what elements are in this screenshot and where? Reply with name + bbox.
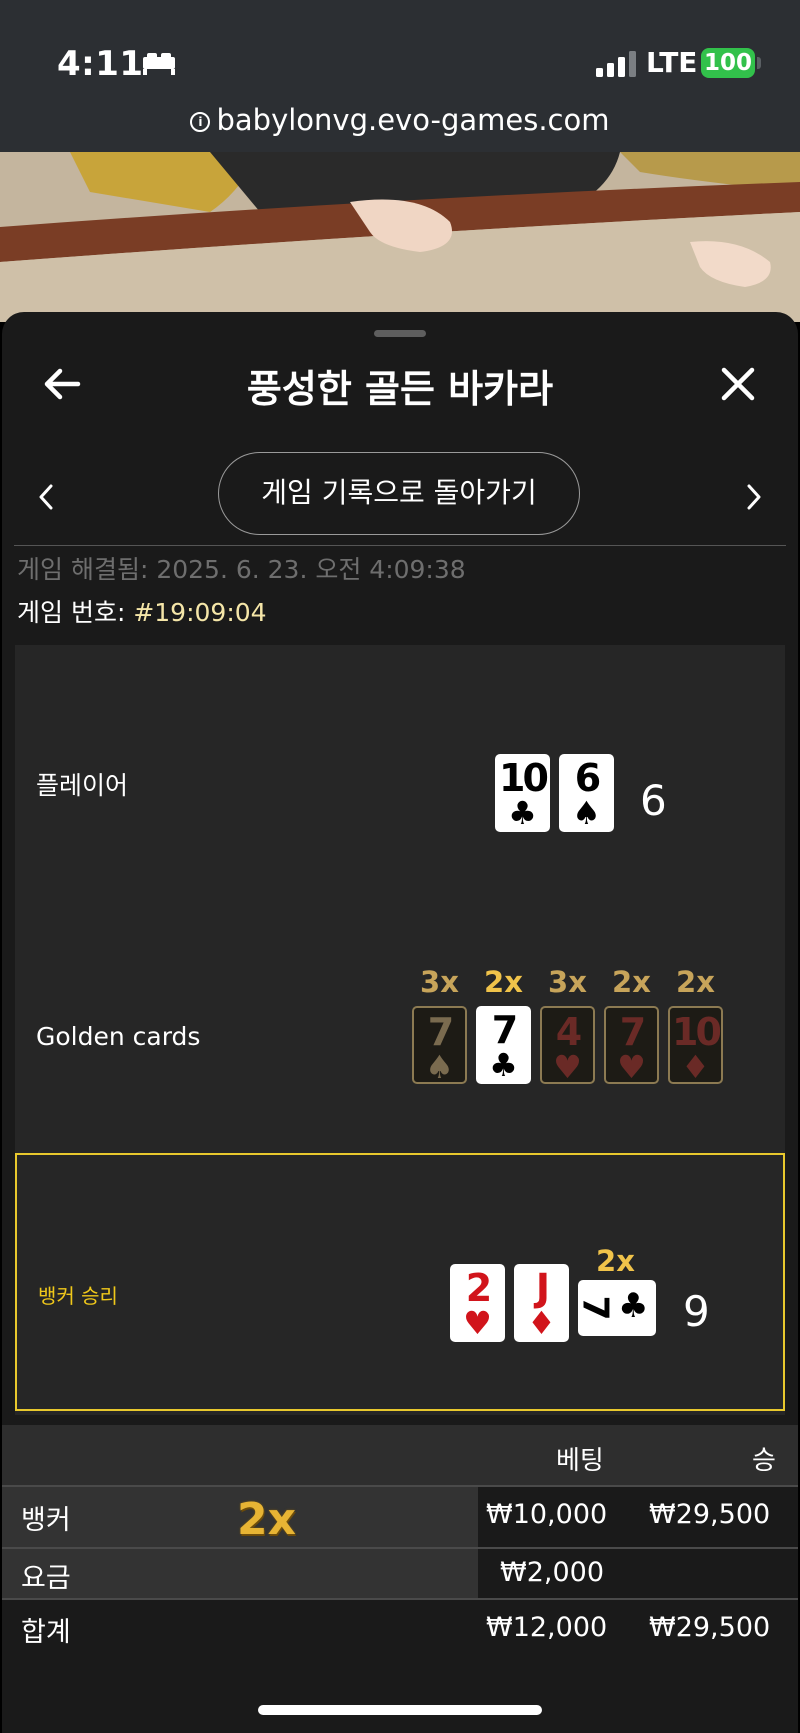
heart-icon: ♥ [463, 1304, 492, 1342]
total-label: 합계 [21, 1617, 71, 1648]
player-card: 6 ♠ [559, 754, 614, 832]
golden-card-active: 7 ♣ [476, 1006, 531, 1084]
signal-icon [596, 51, 636, 77]
card-rank: J [535, 1266, 550, 1310]
total-bet: ₩12,000 [486, 1612, 608, 1643]
total-win: ₩29,500 [649, 1612, 771, 1643]
bet-type-label: 요금 [21, 1563, 71, 1594]
card-rank: 2 [465, 1266, 492, 1310]
info-icon: i [190, 112, 211, 132]
status-time: 4:11 [57, 44, 144, 84]
win-amount: ₩29,500 [649, 1499, 771, 1530]
status-bar: 4:11 LTE 100 i babylonvg.evo-games.com [0, 0, 800, 152]
game-number-value: #19:09:04 [133, 598, 267, 627]
player-score: 6 [640, 776, 667, 825]
row-label-cell [2, 1549, 478, 1600]
card-rank: 7 [491, 1008, 518, 1052]
game-number: 게임 번호: #19:09:04 [17, 593, 267, 629]
bet-column-header: 베팅 [556, 1446, 604, 1476]
heart-icon: ♥ [553, 1048, 582, 1086]
bet-amount: ₩2,000 [500, 1557, 604, 1588]
bed-icon [143, 53, 175, 75]
network-label: LTE [646, 46, 698, 79]
banker-win-label: 뱅커 승리 [38, 1284, 118, 1308]
banker-score: 9 [683, 1287, 710, 1336]
back-to-history-button[interactable]: 게임 기록으로 돌아가기 [218, 452, 580, 535]
banker-side-card: 7 ♣ [574, 1280, 656, 1336]
banker-card: 2 ♥ [450, 1264, 505, 1342]
card-rank: 10 [499, 756, 549, 800]
golden-card: 4 ♥ [540, 1006, 595, 1084]
club-icon: ♣ [508, 794, 537, 832]
multiplier-label: 3x [548, 965, 587, 999]
diamond-icon: ♦ [681, 1048, 710, 1086]
multiplier-label: 2x [484, 965, 523, 999]
multiplier-badge: 2x [237, 1494, 296, 1545]
diamond-icon: ♦ [527, 1304, 556, 1342]
banker-win-highlight [15, 1153, 785, 1411]
multiplier-label: 2x [612, 965, 651, 999]
multiplier-label: 3x [420, 965, 459, 999]
bet-type-label: 뱅커 [21, 1505, 71, 1536]
heart-icon: ♥ [617, 1048, 646, 1086]
player-card: 10 ♣ [495, 754, 550, 832]
spade-icon: ♠ [425, 1048, 454, 1086]
battery-tip [757, 57, 761, 69]
game-number-label: 게임 번호: [17, 598, 134, 627]
card-rank: 7 [619, 1010, 646, 1054]
card-rank: 7 [574, 1295, 616, 1321]
card-rank: 10 [672, 1010, 722, 1054]
spade-icon: ♠ [572, 794, 601, 832]
bet-amount: ₩10,000 [486, 1499, 608, 1530]
home-indicator[interactable] [258, 1705, 542, 1715]
battery-icon: 100 [701, 48, 755, 78]
player-label: 플레이어 [36, 771, 129, 800]
golden-card: 7 ♠ [412, 1006, 467, 1084]
golden-card: 7 ♥ [604, 1006, 659, 1084]
sheet-grab-handle[interactable] [374, 330, 426, 337]
live-video-feed [0, 152, 800, 322]
url-bar[interactable]: i babylonvg.evo-games.com [0, 103, 800, 137]
url-text: babylonvg.evo-games.com [216, 103, 610, 137]
golden-card: 10 ♦ [668, 1006, 723, 1084]
multiplier-label: 2x [596, 1244, 635, 1278]
close-icon[interactable] [716, 362, 760, 406]
chevron-right-icon[interactable] [742, 480, 766, 514]
multiplier-label: 2x [676, 965, 715, 999]
game-resolved-time: 게임 해결됨: 2025. 6. 23. 오전 4:09:38 [17, 555, 466, 584]
card-rank: 6 [574, 756, 601, 800]
page-title: 풍성한 골든 바카라 [246, 367, 554, 411]
divider [14, 545, 786, 546]
banker-card: J ♦ [514, 1264, 569, 1342]
dealer-video-image [0, 152, 800, 322]
club-icon: ♣ [489, 1046, 518, 1084]
chevron-left-icon[interactable] [34, 480, 58, 514]
club-icon: ♣ [618, 1286, 649, 1326]
win-column-header: 승 [752, 1446, 776, 1476]
card-rank: 4 [555, 1010, 582, 1054]
bet-table-header [2, 1425, 798, 1485]
golden-cards-label: Golden cards [36, 1022, 201, 1051]
card-rank: 7 [427, 1010, 454, 1054]
table-row [2, 1547, 798, 1600]
